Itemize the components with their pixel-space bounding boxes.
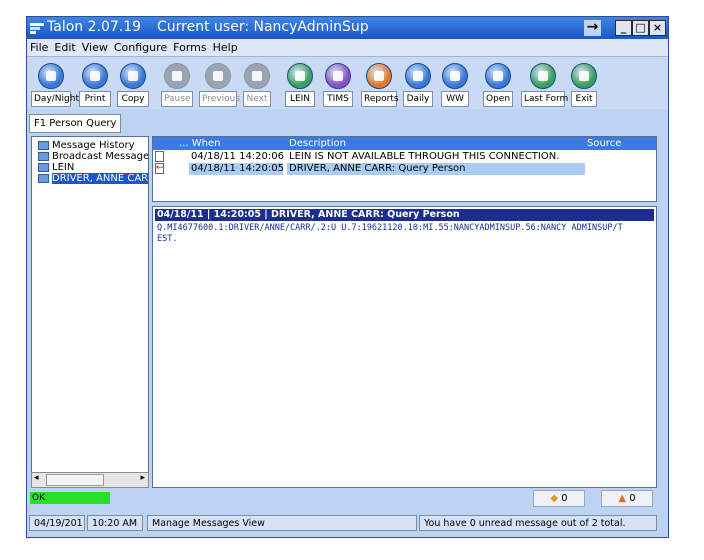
column-source[interactable]: Source (587, 137, 621, 150)
reply-arrow-icon: ← (155, 163, 164, 174)
message-detail-pane: 04/18/11 | 14:20:05 | DRIVER, ANNE CARR:… (152, 206, 657, 488)
tree-item-lein[interactable]: LEIN (52, 162, 74, 173)
sun-moon-icon (38, 63, 64, 89)
column-description[interactable]: Description (289, 137, 346, 150)
pause-icon (164, 63, 190, 89)
exit-icon (571, 63, 597, 89)
menu-edit[interactable]: Edit (51, 39, 78, 54)
close-button[interactable]: × (649, 20, 666, 36)
folder-icon (38, 174, 49, 183)
pause-button[interactable]: Pause (161, 63, 193, 107)
tims-icon (325, 63, 351, 89)
folder-icon (38, 163, 49, 172)
column-when[interactable]: ... When (179, 137, 220, 150)
alert-icon: ▲ (618, 493, 627, 504)
copy-icon (120, 63, 146, 89)
detail-header: 04/18/11 | 14:20:05 | DRIVER, ANNE CARR:… (155, 209, 654, 221)
previous-icon (205, 63, 231, 89)
message-row[interactable]: 04/18/11 14:20:06 LEIN IS NOT AVAILABLE … (153, 151, 656, 163)
next-button[interactable]: Next (243, 63, 271, 107)
menu-configure[interactable]: Configure (111, 39, 170, 54)
status-time: 10:20 AM (87, 515, 143, 531)
daily-button[interactable]: Daily (403, 63, 433, 107)
last-form-icon (530, 63, 556, 89)
status-view: Manage Messages View (147, 515, 417, 531)
daily-icon (405, 63, 431, 89)
scroll-thumb[interactable] (46, 474, 104, 486)
tims-button[interactable]: TIMS (323, 63, 353, 107)
shield-counter[interactable]: ◆ 0 (533, 490, 585, 507)
copy-button[interactable]: Copy (117, 63, 149, 107)
lein-icon (287, 63, 313, 89)
minimize-button[interactable]: _ (615, 20, 632, 36)
folder-icon (38, 141, 49, 150)
toolbar: Day/Night Print Copy Pause Previous Next… (27, 57, 668, 109)
message-list-header: ... When Description Source (153, 137, 656, 150)
previous-button[interactable]: Previous (199, 63, 240, 107)
shield-icon: ◆ (550, 493, 559, 504)
open-book-icon (485, 63, 511, 89)
status-message: You have 0 unread message out of 2 total… (419, 515, 657, 531)
open-button[interactable]: Open (483, 63, 513, 107)
message-row-selected[interactable]: ← 04/18/11 14:20:05 DRIVER, ANNE CARR: Q… (153, 163, 656, 175)
maximize-button[interactable]: □ (632, 20, 649, 36)
next-icon (244, 63, 270, 89)
menu-file[interactable]: File (27, 39, 51, 54)
scroll-left-icon[interactable]: ◂ (34, 473, 39, 483)
scroll-right-icon[interactable]: ▸ (140, 473, 145, 483)
lein-button[interactable]: LEIN (285, 63, 315, 107)
tree-horizontal-scrollbar[interactable]: ◂ ▸ (31, 472, 149, 488)
print-button[interactable]: Print (79, 63, 111, 107)
app-logo-icon (30, 23, 44, 34)
menu-bar: File Edit View Configure Forms Help (27, 39, 668, 57)
menu-help[interactable]: Help (210, 39, 241, 54)
document-icon (155, 151, 164, 162)
title-bar[interactable]: Talon 2.07.19 Current user: NancyAdminSu… (27, 17, 668, 39)
app-title: Talon 2.07.19 (47, 19, 142, 35)
alert-counter[interactable]: ▲ 0 (601, 490, 653, 507)
ww-icon (442, 63, 468, 89)
reports-icon (366, 63, 392, 89)
printer-icon (82, 63, 108, 89)
menu-forms[interactable]: Forms (170, 39, 209, 54)
current-user-label: Current user: NancyAdminSup (157, 19, 369, 35)
detail-body: Q.MI4677600.1:DRIVER/ANNE/CARR/.2:U U.7:… (157, 223, 623, 244)
message-list: ... When Description Source 04/18/11 14:… (152, 136, 657, 202)
tree-item-broadcast-messages[interactable]: Broadcast Messages (52, 151, 148, 162)
status-ok-indicator: OK (30, 492, 110, 504)
menu-view[interactable]: View (79, 39, 111, 54)
exit-button[interactable]: Exit (571, 63, 597, 107)
folder-icon (38, 152, 49, 161)
tree-item-driver[interactable]: DRIVER, ANNE CAR (52, 173, 148, 184)
message-tree: Message History Broadcast Messages LEIN … (31, 136, 149, 488)
tree-item-message-history[interactable]: Message History (52, 140, 135, 151)
status-bar: 04/19/2011 10:20 AM Manage Messages View… (27, 511, 668, 537)
reports-button[interactable]: Reports (361, 63, 399, 107)
tab-person-query[interactable]: F1 Person Query (29, 114, 122, 133)
ww-button[interactable]: WW (441, 63, 469, 107)
day-night-button[interactable]: Day/Night (31, 63, 79, 107)
dock-arrow-icon[interactable]: → (584, 20, 601, 36)
last-form-button[interactable]: Last Form (521, 63, 568, 107)
status-date: 04/19/2011 (29, 515, 85, 531)
app-window: Talon 2.07.19 Current user: NancyAdminSu… (26, 16, 669, 538)
